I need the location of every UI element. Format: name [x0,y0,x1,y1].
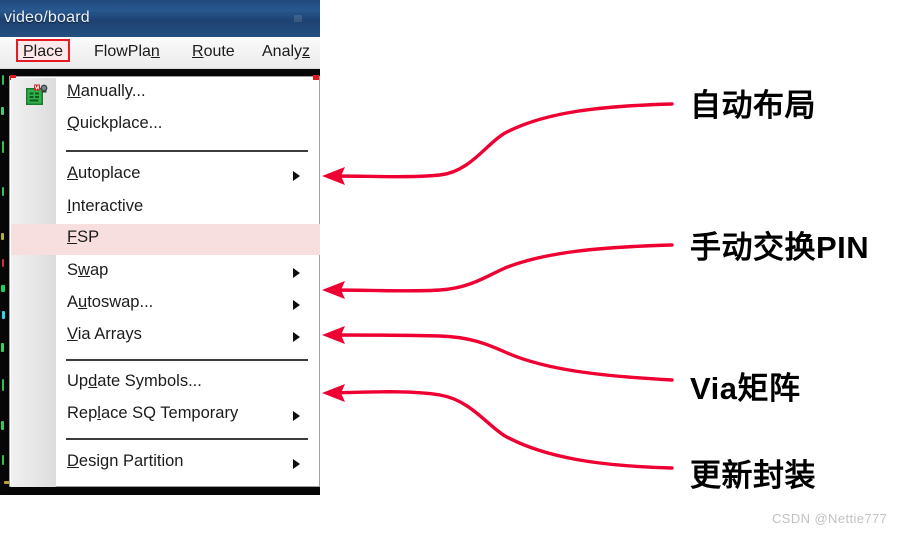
menu-item-quickplace[interactable]: Quickplace... [11,110,320,141]
menu-item-via-arrays-label: Via Arrays [67,325,142,343]
place-dropdown-menu: Manually... Quickplace... Autoplace Inte… [9,75,320,487]
menu-item-design-partition-label: Design Partition [67,452,184,470]
menu-item-manually-label: Manually... [67,82,146,100]
menu-item-swap[interactable]: Swap [11,257,320,288]
menu-item-autoplace[interactable]: Autoplace [11,160,320,191]
arrowhead-via-arrays [322,326,345,344]
menu-item-interactive[interactable]: Interactive [11,193,320,224]
arrowhead-autoplace [322,167,345,185]
menu-item-update-symbols-label: Update Symbols... [67,372,202,390]
callout-line-update-symbols [330,390,674,470]
menu-item-interactive-label: Interactive [67,197,144,215]
menu-separator-2 [66,359,308,361]
menu-item-swap-label: Swap [67,261,109,279]
callout-label-autoplace: 自动布局 [690,88,816,123]
arrowhead-update-symbols [322,384,345,402]
menubar-item-place[interactable]: PPlacelace [16,39,71,62]
menu-item-update-symbols[interactable]: Update Symbols... [11,368,320,399]
chevron-right-icon [293,411,300,421]
menu-item-autoplace-label: Autoplace [67,164,141,182]
chevron-right-icon [293,300,300,310]
callout-label-update-symbols: 更新封装 [690,458,816,493]
watermark: CSDN @Nettie777 [772,511,888,526]
menu-item-fsp-label: FSP [67,228,100,246]
menu-separator-3 [66,438,308,440]
callout-line-swap [330,243,674,293]
menu-item-replace-sq-temporary-label: Replace SQ Temporary [67,404,239,422]
title-bar-glyph [294,15,302,22]
menu-item-via-arrays[interactable]: Via Arrays [11,321,320,352]
menubar-item-route[interactable]: Route [186,40,241,64]
chevron-right-icon [293,459,300,469]
window-title: video/board [4,9,90,26]
menu-bar: PPlacelace FlowPlan Route Analyz [0,37,320,69]
callout-line-via-arrays [330,333,674,382]
menu-item-autoswap-label: Autoswap... [67,293,154,311]
menu-item-manually[interactable]: Manually... [11,78,320,109]
menubar-item-flowplan[interactable]: FlowPlan [88,40,166,64]
menu-item-design-partition[interactable]: Design Partition [11,448,320,479]
place-manually-icon [26,84,48,105]
chevron-right-icon [293,332,300,342]
menu-separator-1 [66,150,308,152]
arrowhead-swap [322,281,345,299]
menu-item-autoswap[interactable]: Autoswap... [11,289,320,320]
callout-line-autoplace [330,102,674,179]
callout-label-via-arrays: Via矩阵 [690,371,801,406]
chevron-right-icon [293,268,300,278]
application-window: video/board PPlacelace FlowPlan Route An… [0,0,320,495]
menu-item-quickplace-label: Quickplace... [67,114,163,132]
menubar-item-analyze[interactable]: Analyz [256,40,316,64]
menu-item-replace-sq-temporary[interactable]: Replace SQ Temporary [11,400,320,431]
chevron-right-icon [293,171,300,181]
window-title-bar[interactable]: video/board [0,0,320,37]
callout-label-swap: 手动交换PIN [690,230,870,265]
menu-item-fsp[interactable]: FSP [11,224,320,255]
